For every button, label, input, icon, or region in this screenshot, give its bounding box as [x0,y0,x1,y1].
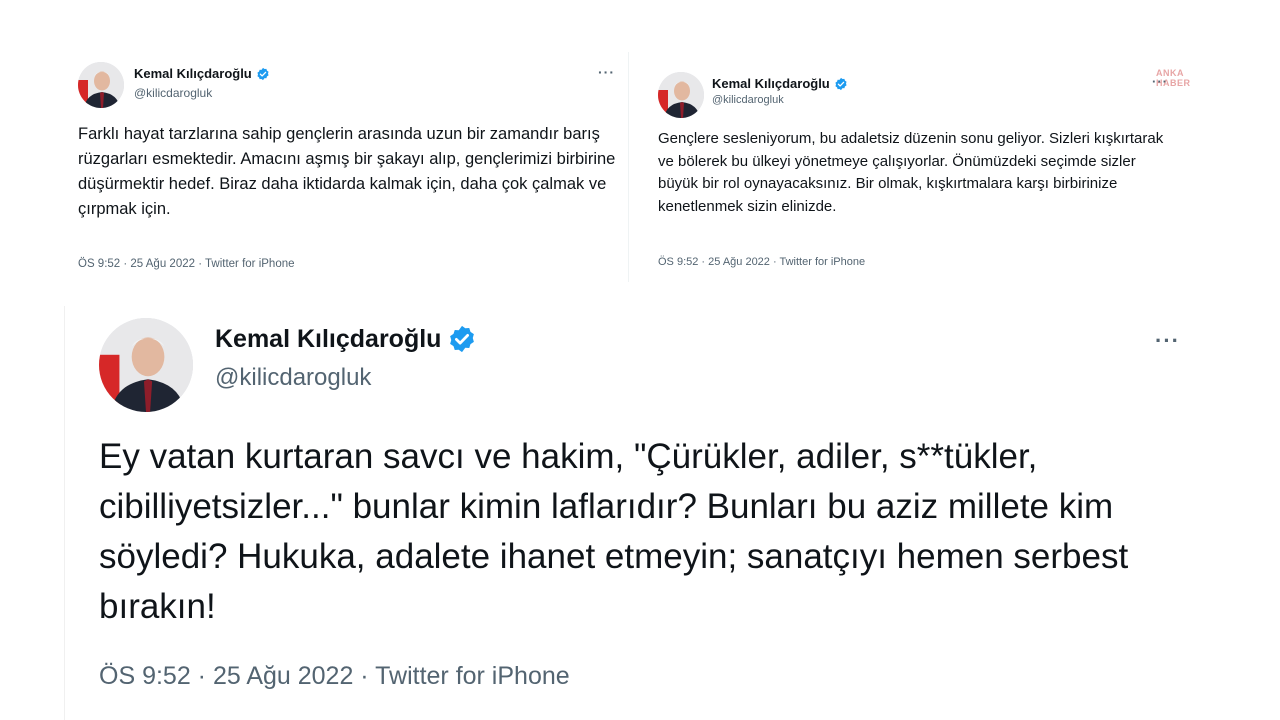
tweet-timestamp[interactable]: ÖS 9:52 · 25 Ağu 2022 · Twitter for iPho… [99,662,570,691]
tweet-card-3[interactable]: Kemal Kılıçdaroğlu @kilicdarogluk ··· Ey… [64,306,1215,720]
author-name[interactable]: Kemal Kılıçdaroğlu [215,325,441,354]
author-name[interactable]: Kemal Kılıçdaroğlu [134,66,252,81]
verified-badge-icon [834,77,848,91]
tweet-text: Ey vatan kurtaran savcı ve hakim, "Çürük… [99,437,1129,626]
avatar[interactable] [78,62,124,108]
author-name[interactable]: Kemal Kılıçdaroğlu [712,76,830,91]
more-options-icon[interactable]: ··· [1152,74,1168,89]
tweet-text: Farklı hayat tarzlarına sahip gençlerin … [78,125,616,218]
avatar[interactable] [658,72,704,118]
author-handle[interactable]: @kilicdarogluk [712,94,784,106]
author-row: Kemal Kılıçdaroğlu [712,76,848,91]
tweet-timestamp[interactable]: ÖS 9:52 · 25 Ağu 2022 · Twitter for iPho… [658,256,865,268]
more-options-icon[interactable]: ··· [598,64,615,80]
tweet-card-1[interactable]: Kemal Kılıçdaroğlu @kilicdarogluk ··· Fa… [62,52,629,282]
tweet-card-2[interactable]: ANKA HABER Kemal Kılıçdaroğlu @kilicdaro… [640,56,1220,282]
author-row: Kemal Kılıçdaroğlu [134,66,270,81]
avatar[interactable] [99,318,193,412]
author-handle[interactable]: @kilicdarogluk [215,364,371,392]
author-handle[interactable]: @kilicdarogluk [134,86,212,100]
author-row: Kemal Kılıçdaroğlu [215,324,477,354]
verified-badge-icon [447,324,477,354]
more-options-icon[interactable]: ··· [1155,328,1180,354]
tweet-text: Gençlere sesleniyorum, bu adaletsiz düze… [658,130,1164,215]
tweet-timestamp[interactable]: ÖS 9:52 · 25 Ağu 2022 · Twitter for iPho… [78,258,295,270]
verified-badge-icon [256,67,270,81]
